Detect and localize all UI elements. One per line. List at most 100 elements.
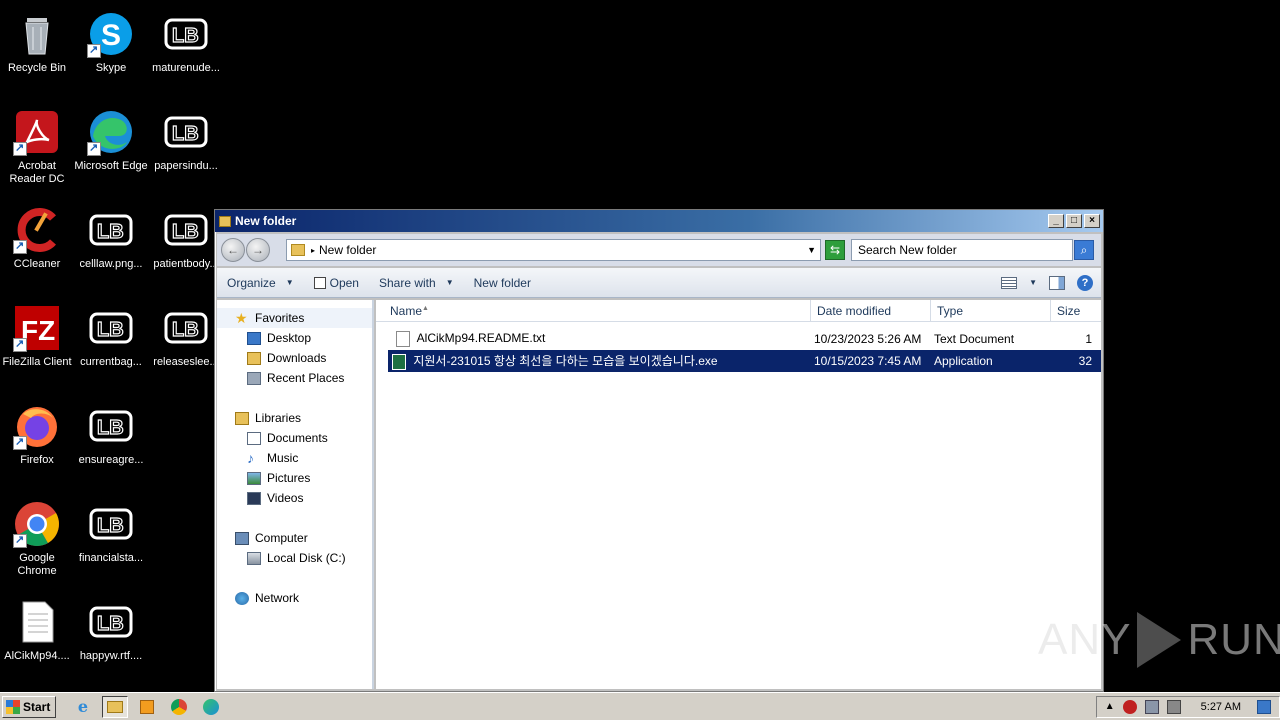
view-options-icon[interactable] <box>1001 276 1018 289</box>
desktop-icon-patientbody[interactable]: LB patientbody... <box>149 200 223 292</box>
chrome-icon <box>171 698 187 715</box>
desktop-icon-label: papersindu... <box>154 160 218 172</box>
desktop-icon-acrobat[interactable]: Acrobat Reader DC <box>0 102 74 194</box>
desktop-icon-label: ensureagre... <box>78 454 144 466</box>
downloads-icon <box>247 351 261 365</box>
file-list[interactable]: ▲ Name Date modified Type Size AlCikMp94… <box>376 300 1101 689</box>
desktop-icon-filezilla[interactable]: FZ FileZilla Client <box>0 298 74 390</box>
desktop-icon-skype[interactable]: S Skype <box>74 4 148 96</box>
maximize-button[interactable]: □ <box>1066 214 1082 228</box>
close-button[interactable]: × <box>1084 214 1100 228</box>
chevron-down-icon[interactable]: ▼ <box>1029 278 1037 287</box>
file-name-cell: AlCikMp94.README.txt <box>388 331 810 347</box>
desktop-icon-papersindu[interactable]: LB papersindu... <box>149 102 223 194</box>
desktop-icon-happyw[interactable]: LB happyw.rtf.... <box>74 592 148 684</box>
search-icon[interactable]: ⌕ <box>1074 240 1094 260</box>
nav-network[interactable]: Network <box>217 588 372 608</box>
file-row[interactable]: AlCikMp94.README.txt 10/23/2023 5:26 AM … <box>388 328 1101 350</box>
desktop-icon-alcikmp94[interactable]: AlCikMp94.... <box>0 592 74 684</box>
desktop-icon-ensureagre[interactable]: LB ensureagre... <box>74 396 148 488</box>
refresh-button[interactable]: ⇆ <box>825 240 845 260</box>
new-folder-label: New folder <box>473 275 531 290</box>
share-with-button[interactable]: Share with ▼ <box>369 268 464 297</box>
file-date: 10/15/2023 7:45 AM <box>814 354 922 368</box>
column-name[interactable]: ▲ Name <box>376 300 811 321</box>
libraries-icon <box>235 411 249 425</box>
back-button[interactable]: ← <box>221 238 245 262</box>
taskbar-edge-button[interactable] <box>198 696 224 718</box>
document-icon: LB <box>87 500 135 548</box>
show-hidden-icons-icon[interactable]: ▲ <box>1105 701 1115 712</box>
column-label: Date modified <box>817 304 892 318</box>
desktop-icon-edge[interactable]: Microsoft Edge <box>74 102 148 194</box>
chevron-down-icon[interactable]: ▼ <box>807 245 816 255</box>
show-desktop-icon[interactable] <box>1257 699 1271 714</box>
file-row-selected[interactable]: 지원서-231015 항상 최선을 다하는 모습을 보이겠습니다.exe 10/… <box>388 350 1101 372</box>
help-icon[interactable]: ? <box>1077 274 1093 291</box>
desktop-icon-maturenude[interactable]: LB maturenude... <box>149 4 223 96</box>
search-input[interactable]: Search New folder <box>851 239 1073 261</box>
taskbar-ie-button[interactable]: e <box>70 696 96 718</box>
desktop-icon-recycle-bin[interactable]: Recycle Bin <box>0 4 74 96</box>
document-icon: LB <box>162 108 210 156</box>
shortcut-arrow-icon <box>13 435 27 450</box>
document-icon: LB <box>87 402 135 450</box>
filezilla-icon: FZ <box>13 304 61 352</box>
address-bar[interactable]: ▸ New folder ▼ <box>286 239 821 261</box>
preview-pane-icon[interactable] <box>1049 275 1065 290</box>
window-titlebar[interactable]: New folder _ □ × <box>215 210 1103 232</box>
system-tray: ▲ 5:27 AM <box>1095 695 1280 718</box>
volume-muted-icon[interactable] <box>1166 699 1181 714</box>
desktop-icon-label: releaseslee... <box>153 356 219 368</box>
taskbar-media-player-button[interactable] <box>134 696 160 718</box>
document-icon: LB <box>162 304 210 352</box>
window-title: New folder <box>235 214 297 228</box>
desktop-icon-ccleaner[interactable]: CCleaner <box>0 200 74 292</box>
nav-local-disk[interactable]: Local Disk (C:) <box>217 548 372 568</box>
nav-label: Music <box>267 451 299 465</box>
nav-label: Recent Places <box>267 371 345 385</box>
desktop-icon-currentbag[interactable]: LB currentbag... <box>74 298 148 390</box>
desktop-icon-releaseslee[interactable]: LB releaseslee... <box>149 298 223 390</box>
drive-icon <box>247 551 261 565</box>
desktop-icon-chrome[interactable]: Google Chrome <box>0 494 74 586</box>
nav-favorites[interactable]: ★ Favorites <box>217 308 372 328</box>
desktop-icon-firefox[interactable]: Firefox <box>0 396 74 488</box>
network-error-icon[interactable] <box>1122 699 1137 714</box>
display-icon[interactable] <box>1144 699 1159 714</box>
taskbar-explorer-button[interactable] <box>102 695 128 718</box>
new-folder-button[interactable]: New folder <box>464 268 541 297</box>
taskbar-chrome-button[interactable] <box>166 696 192 718</box>
documents-icon <box>247 431 261 445</box>
nav-videos[interactable]: Videos <box>217 488 372 508</box>
open-button[interactable]: Open <box>304 268 369 297</box>
nav-pictures[interactable]: Pictures <box>217 468 372 488</box>
column-size[interactable]: Size <box>1051 300 1101 321</box>
document-icon: LB <box>87 304 135 352</box>
minimize-button[interactable]: _ <box>1048 214 1064 228</box>
explorer-window[interactable]: New folder _ □ × ← → ▸ New folder ▼ ⇆ Se… <box>214 209 1104 692</box>
nav-recent-places[interactable]: Recent Places <box>217 368 372 388</box>
nav-desktop[interactable]: Desktop <box>217 328 372 348</box>
videos-icon <box>247 491 261 505</box>
nav-documents[interactable]: Documents <box>217 428 372 448</box>
clock[interactable]: 5:27 AM <box>1201 701 1241 713</box>
nav-label: Local Disk (C:) <box>267 551 346 565</box>
forward-button[interactable]: → <box>246 238 270 262</box>
nav-music[interactable]: ♪ Music <box>217 448 372 468</box>
desktop-icon-financialsta[interactable]: LB financialsta... <box>74 494 148 586</box>
nav-libraries[interactable]: Libraries <box>217 408 372 428</box>
anyrun-watermark: ANY RUN <box>1038 608 1280 672</box>
breadcrumb-arrow-icon[interactable]: ▸ <box>311 246 315 255</box>
desktop-icon-celllaw[interactable]: LB celllaw.png... <box>74 200 148 292</box>
nav-downloads[interactable]: Downloads <box>217 348 372 368</box>
column-date-modified[interactable]: Date modified <box>811 300 931 321</box>
column-type[interactable]: Type <box>931 300 1051 321</box>
nav-computer[interactable]: Computer <box>217 528 372 548</box>
desktop-icon <box>247 331 261 345</box>
start-button[interactable]: Start <box>2 695 56 718</box>
desktop-icon-label: AlCikMp94.... <box>4 650 70 662</box>
organize-button[interactable]: Organize ▼ <box>217 268 304 297</box>
svg-text:LB: LB <box>97 515 124 537</box>
file-size: 1 <box>1085 332 1092 346</box>
